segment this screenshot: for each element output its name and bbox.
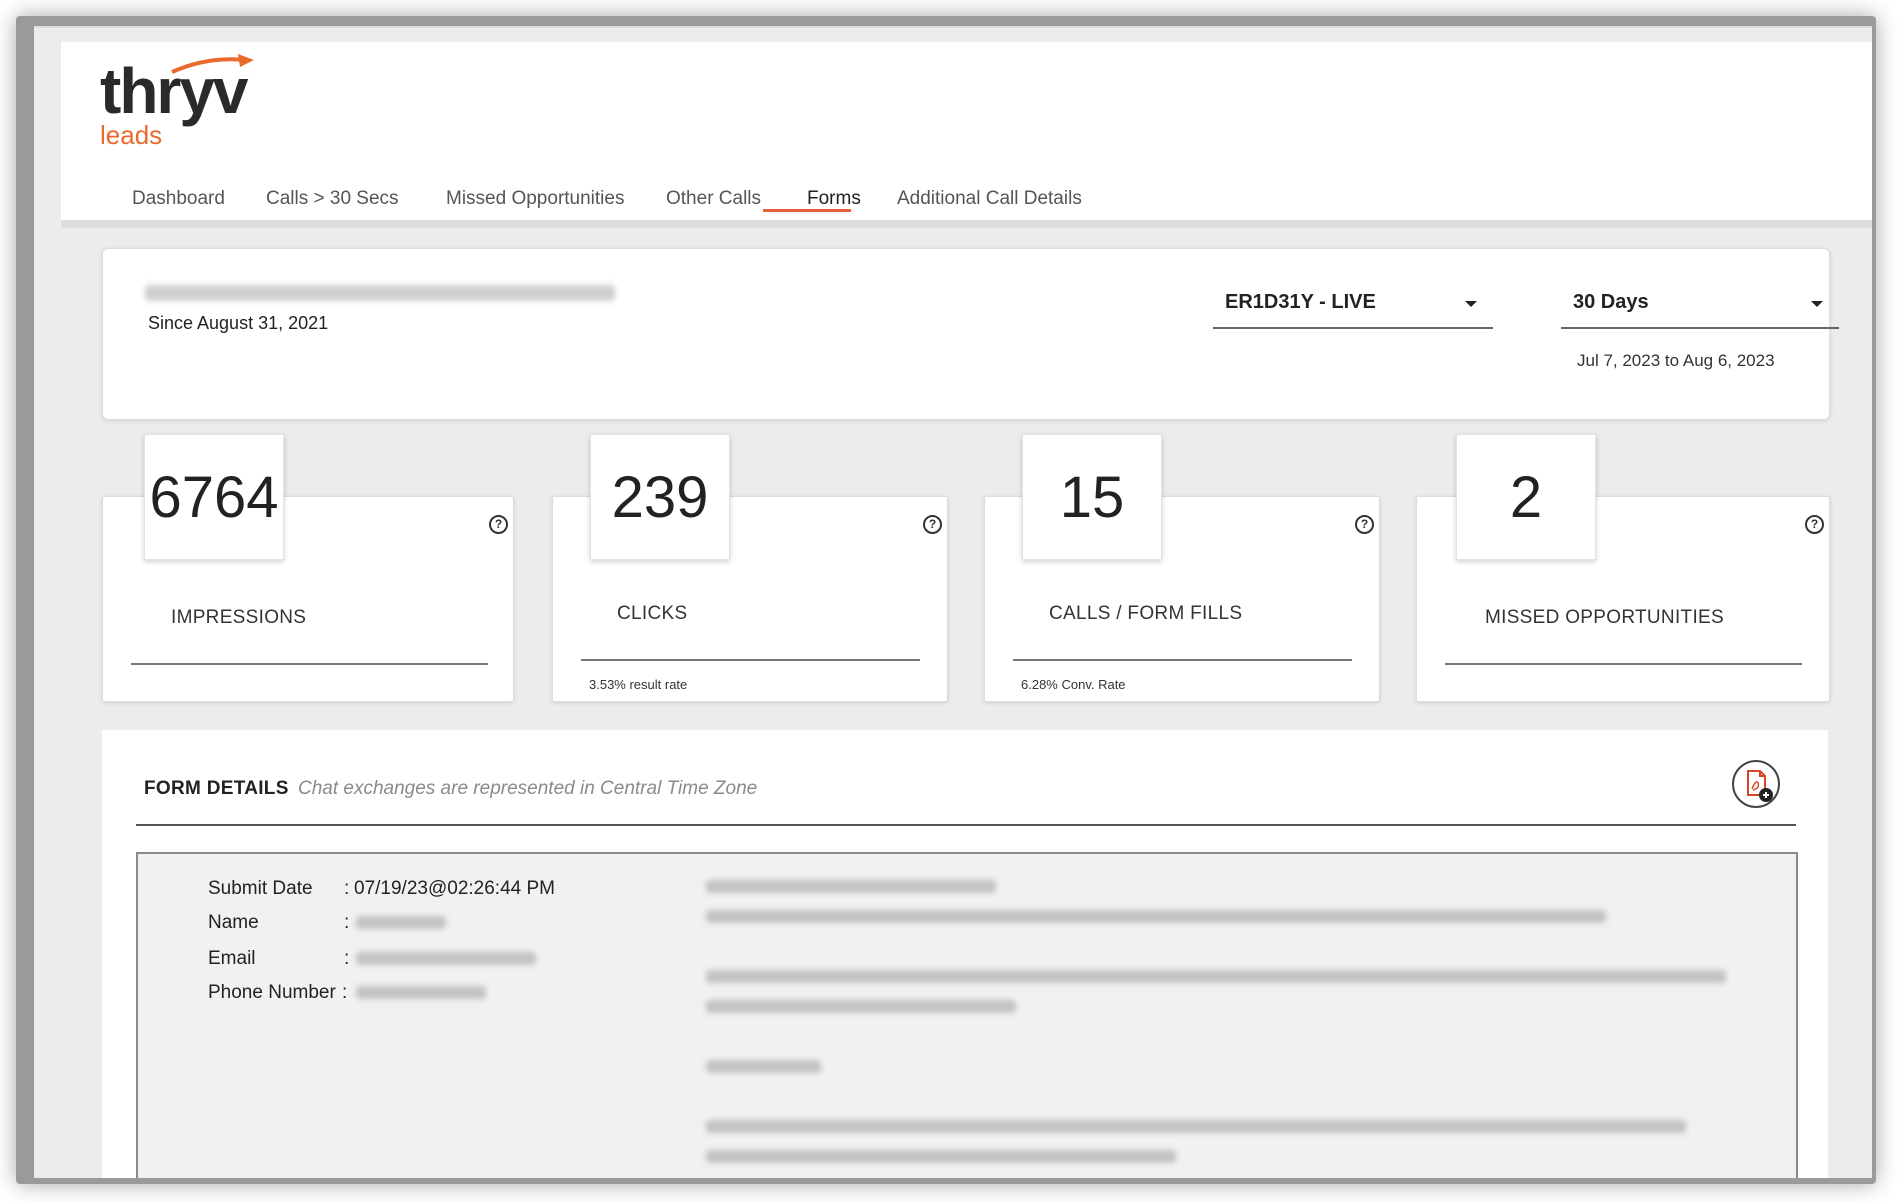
question-circle-icon[interactable]: ? — [489, 515, 508, 534]
stat-label: IMPRESSIONS — [171, 607, 307, 628]
form-details-heading: FORM DETAILS Chat exchanges are represen… — [144, 778, 757, 800]
field-label-phone-number: Phone Number — [208, 982, 336, 1003]
stat-label: MISSED OPPORTUNITIES — [1485, 607, 1724, 628]
app-window: thryv leads Dashboard Calls > 30 Secs Mi… — [34, 26, 1872, 1178]
logo-subtitle: leads — [100, 120, 163, 150]
stat-divider — [1445, 663, 1802, 665]
chat-line-redacted — [706, 1060, 821, 1073]
pdf-download-icon — [1747, 770, 1773, 802]
stat-label: CLICKS — [617, 603, 688, 624]
chevron-down-icon — [1811, 301, 1823, 307]
stat-value-impressions: 6764 — [144, 434, 284, 560]
form-details-note: Chat exchanges are represented in Centra… — [297, 778, 758, 799]
field-colon: : — [344, 878, 350, 899]
form-details-divider — [136, 824, 1796, 826]
tab-dashboard[interactable]: Dashboard — [132, 188, 225, 210]
field-colon: : — [344, 948, 350, 969]
period-select-value: 30 Days — [1573, 291, 1649, 313]
field-value-name-redacted — [356, 916, 446, 929]
form-entry: Submit Date : 07/19/23@02:26:44 PM Name … — [136, 852, 1798, 1178]
field-label-name: Name — [208, 912, 259, 933]
top-border — [34, 26, 1872, 28]
field-value-email-redacted — [356, 952, 536, 965]
header-divider — [61, 220, 1872, 228]
tab-calls-over-30-secs[interactable]: Calls > 30 Secs — [266, 188, 399, 210]
chat-line-redacted — [706, 880, 996, 893]
chat-line-redacted — [706, 1000, 1016, 1013]
active-tab-indicator — [763, 209, 851, 212]
question-circle-icon[interactable]: ? — [1355, 515, 1374, 534]
account-since: Since August 31, 2021 — [148, 313, 329, 333]
stat-sub: 3.53% result rate — [589, 677, 688, 692]
account-summary-card: Since August 31, 2021 ER1D31Y - LIVE 30 … — [102, 248, 1839, 420]
campaign-select[interactable]: ER1D31Y - LIVE — [1213, 279, 1493, 329]
field-colon: : — [344, 912, 350, 933]
date-range: Jul 7, 2023 to Aug 6, 2023 — [1577, 351, 1775, 370]
stat-divider — [1013, 659, 1352, 661]
chat-line-redacted — [706, 1120, 1686, 1133]
campaign-select-value: ER1D31Y - LIVE — [1225, 291, 1376, 313]
form-details-title: FORM DETAILS — [144, 778, 289, 799]
stat-value-missed-opportunities: 2 — [1456, 434, 1596, 560]
chevron-down-icon — [1465, 301, 1477, 307]
stat-divider — [131, 663, 488, 665]
logo-arrow-icon — [171, 54, 254, 74]
chat-line-redacted — [706, 970, 1726, 983]
question-circle-icon[interactable]: ? — [923, 515, 942, 534]
thryv-leads-logo[interactable]: thryv leads — [100, 52, 260, 152]
business-name-redacted — [145, 285, 615, 301]
stat-label: CALLS / FORM FILLS — [1049, 603, 1243, 624]
chat-line-redacted — [706, 1150, 1176, 1163]
stat-value-clicks: 239 — [590, 434, 730, 560]
stat-sub: 6.28% Conv. Rate — [1021, 677, 1126, 692]
question-circle-icon[interactable]: ? — [1805, 515, 1824, 534]
header: thryv leads Dashboard Calls > 30 Secs Mi… — [61, 42, 1872, 220]
tab-missed-opportunities[interactable]: Missed Opportunities — [446, 188, 624, 210]
chat-line-redacted — [706, 910, 1606, 923]
period-select[interactable]: 30 Days — [1561, 279, 1839, 329]
field-label-email: Email — [208, 948, 256, 969]
stat-value-calls-form-fills: 15 — [1022, 434, 1162, 560]
stat-divider — [581, 659, 920, 661]
field-colon: : — [342, 982, 348, 1003]
pdf-download-button[interactable] — [1732, 760, 1780, 808]
field-value-phone-redacted — [356, 986, 486, 999]
tab-forms[interactable]: Forms — [807, 188, 861, 210]
form-details-panel: FORM DETAILS Chat exchanges are represen… — [102, 730, 1828, 1178]
field-value-submit-date: 07/19/23@02:26:44 PM — [354, 878, 555, 899]
tab-other-calls[interactable]: Other Calls — [666, 188, 761, 210]
tab-additional-call-details[interactable]: Additional Call Details — [897, 188, 1082, 210]
field-label-submit-date: Submit Date — [208, 878, 313, 899]
